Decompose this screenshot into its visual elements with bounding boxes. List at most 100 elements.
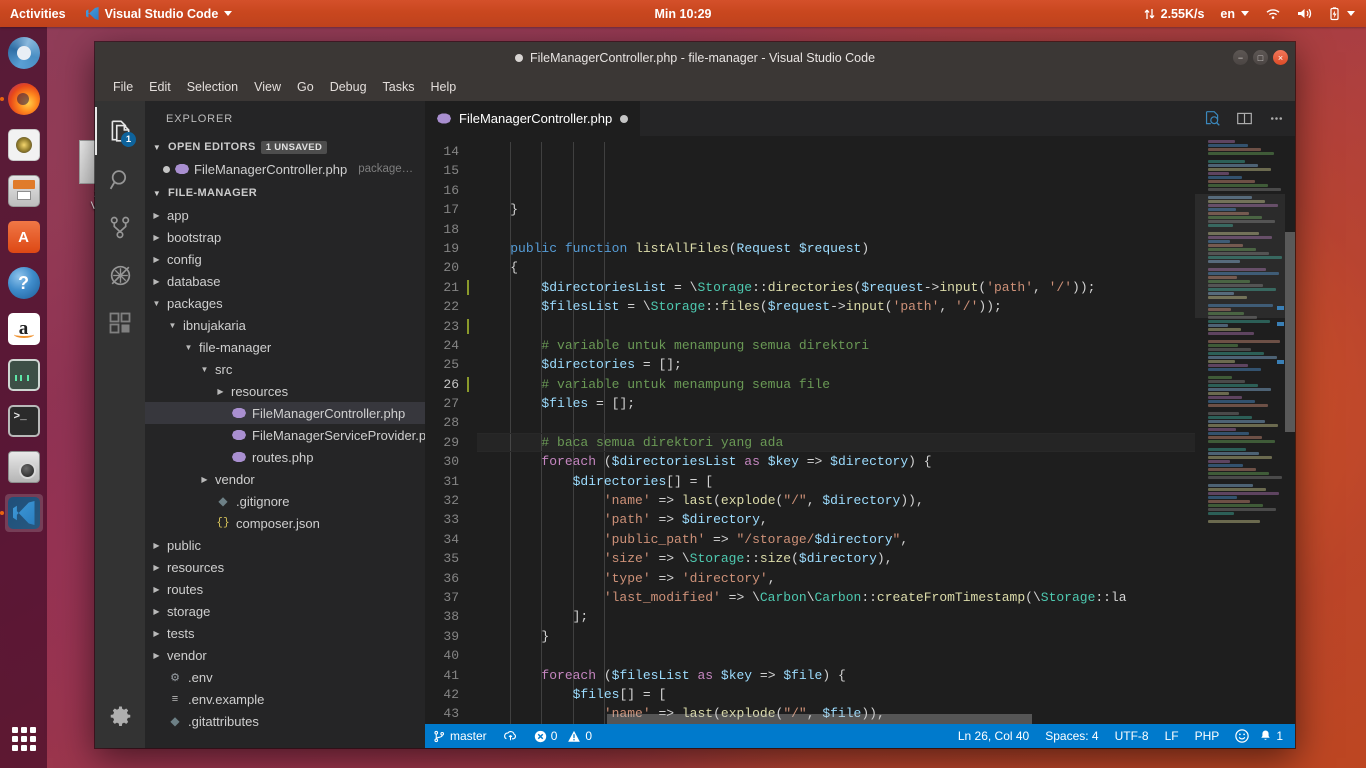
status-git-branch[interactable]: master xyxy=(425,724,495,748)
tab-filemanagercontroller[interactable]: FileManagerController.php xyxy=(425,101,642,136)
dock-item-rhythmbox[interactable] xyxy=(5,126,43,164)
tree-file-item[interactable]: {} composer.json xyxy=(145,512,425,534)
minimap-slider[interactable] xyxy=(1195,194,1285,318)
tree-file-item[interactable]: ⚙ .env xyxy=(145,666,425,688)
code-token: = \ xyxy=(666,279,698,295)
network-speed-indicator[interactable]: 2.55K/s xyxy=(1137,0,1212,27)
activitybar-item-settings[interactable] xyxy=(95,692,145,740)
horizontal-scrollbar[interactable] xyxy=(477,714,1195,724)
menu-view[interactable]: View xyxy=(246,77,289,97)
close-button[interactable]: × xyxy=(1273,50,1288,65)
status-notifications[interactable]: 1 xyxy=(1257,724,1295,748)
tab-dirty-indicator[interactable] xyxy=(620,114,629,123)
menu-edit[interactable]: Edit xyxy=(141,77,179,97)
window-titlebar[interactable]: FileManagerController.php - file-manager… xyxy=(95,42,1295,73)
activities-button[interactable]: Activities xyxy=(0,0,76,27)
code-token: Carbon xyxy=(814,590,862,606)
dock-item-chromium[interactable] xyxy=(5,34,43,72)
show-applications-icon[interactable] xyxy=(7,722,41,756)
chevron-right-icon: ▶ xyxy=(153,562,160,572)
status-language-mode[interactable]: PHP xyxy=(1187,724,1228,748)
code-line: foreach ($directoriesList as $key => $di… xyxy=(477,452,1195,471)
dock-item-camera[interactable] xyxy=(5,448,43,486)
volume-indicator[interactable] xyxy=(1290,0,1320,27)
status-sync[interactable] xyxy=(495,724,526,748)
dock-item-amazon[interactable] xyxy=(5,310,43,348)
dock-item-system-monitor[interactable] xyxy=(5,356,43,394)
clock[interactable]: Min 10:29 xyxy=(583,7,783,21)
tree-folder-item[interactable]: ▶ database xyxy=(145,270,425,292)
status-errors[interactable]: 0 xyxy=(526,724,566,748)
dock-item-help[interactable] xyxy=(5,264,43,302)
ellipsis-icon xyxy=(1270,117,1282,120)
tree-folder-item[interactable]: ▶ vendor xyxy=(145,644,425,666)
menu-help[interactable]: Help xyxy=(423,77,465,97)
code-token: )); xyxy=(978,299,1002,315)
menu-tasks[interactable]: Tasks xyxy=(375,77,423,97)
chevron-right-icon: ▶ xyxy=(153,232,160,242)
tree-file-item[interactable]: FileManagerServiceProvider.php xyxy=(145,424,441,446)
activitybar-item-search[interactable] xyxy=(95,155,145,203)
tree-folder-item[interactable]: ▼ packages xyxy=(145,292,425,314)
menu-go[interactable]: Go xyxy=(289,77,322,97)
status-eol[interactable]: LF xyxy=(1157,724,1187,748)
activitybar-item-debug[interactable] xyxy=(95,251,145,299)
tree-file-item[interactable]: routes.php xyxy=(145,446,425,468)
folder-header[interactable]: ▼ FILE-MANAGER xyxy=(145,182,425,204)
tree-folder-item[interactable]: ▶ routes xyxy=(145,578,425,600)
tree-folder-item[interactable]: ▼ file-manager xyxy=(145,336,425,358)
minimap[interactable] xyxy=(1195,136,1295,724)
status-warnings[interactable]: 0 xyxy=(565,724,600,748)
tree-file-item[interactable]: ◆ .gitattributes xyxy=(145,710,425,732)
code-content[interactable]: } public function listAllFiles(Request $… xyxy=(477,136,1195,724)
dock-item-visual-studio-code[interactable] xyxy=(0,494,43,532)
activitybar-item-explorer[interactable]: 1 xyxy=(95,107,145,155)
tree-file-item[interactable]: FileManagerController.php xyxy=(145,402,425,424)
tree-file-item[interactable]: ◆ .gitignore xyxy=(145,490,425,512)
horizontal-scrollbar-thumb[interactable] xyxy=(607,714,1032,724)
tree-folder-item[interactable]: ▶ resources xyxy=(145,380,425,402)
vertical-scrollbar[interactable] xyxy=(1285,136,1295,724)
dock-item-terminal[interactable] xyxy=(5,402,43,440)
open-editor-item[interactable]: FileManagerController.php package… xyxy=(145,158,425,180)
code-token: $directory xyxy=(681,512,760,528)
minimize-button[interactable]: − xyxy=(1233,50,1248,65)
file-tree: ▶ app ▶ bootstrap ▶ config ▶ database ▼ packages ▼… xyxy=(145,204,441,732)
tree-item-label: storage xyxy=(167,603,211,619)
tree-folder-item[interactable]: ▶ bootstrap xyxy=(145,226,425,248)
tree-folder-item[interactable]: ▶ config xyxy=(145,248,425,270)
code-editor[interactable]: 14 15 16 17 18 19 20 21 22 23 24 25 26 27 28 29 30 31 32 33… xyxy=(425,136,1295,724)
tree-folder-item[interactable]: ▼ ibnujakaria xyxy=(145,314,425,336)
dock-item-files[interactable] xyxy=(5,172,43,210)
status-encoding[interactable]: UTF-8 xyxy=(1107,724,1157,748)
status-cursor-position[interactable]: Ln 26, Col 40 xyxy=(950,724,1037,748)
dock-item-ubuntu-software[interactable] xyxy=(5,218,43,256)
keyboard-layout-indicator[interactable]: en xyxy=(1213,0,1256,27)
tree-folder-item[interactable]: ▶ public xyxy=(145,534,425,556)
maximize-button[interactable]: □ xyxy=(1253,50,1268,65)
tree-folder-item[interactable]: ▼ src xyxy=(145,358,425,380)
activitybar-item-source-control[interactable] xyxy=(95,203,145,251)
code-token: ( xyxy=(791,551,799,567)
tree-folder-item[interactable]: ▶ storage xyxy=(145,600,425,622)
open-editors-header[interactable]: ▼ OPEN EDITORS 1 UNSAVED xyxy=(145,136,425,158)
split-editor-button[interactable] xyxy=(1235,110,1253,128)
tree-folder-item[interactable]: ▶ tests xyxy=(145,622,425,644)
tree-folder-item[interactable]: ▶ vendor xyxy=(145,468,425,490)
wifi-indicator[interactable] xyxy=(1258,0,1288,27)
app-menu-button[interactable]: Visual Studio Code xyxy=(76,0,243,27)
menu-debug[interactable]: Debug xyxy=(322,77,375,97)
more-actions-button[interactable] xyxy=(1267,110,1285,128)
menu-file[interactable]: File xyxy=(105,77,141,97)
open-preview-button[interactable] xyxy=(1203,110,1221,128)
dock-item-firefox[interactable] xyxy=(0,80,43,118)
activitybar-item-extensions[interactable] xyxy=(95,299,145,347)
tree-folder-item[interactable]: ▶ app xyxy=(145,204,425,226)
menu-selection[interactable]: Selection xyxy=(179,77,246,97)
status-feedback[interactable] xyxy=(1227,724,1257,748)
battery-indicator[interactable] xyxy=(1322,0,1362,27)
php-file-icon xyxy=(232,430,246,440)
status-indentation[interactable]: Spaces: 4 xyxy=(1037,724,1106,748)
tree-folder-item[interactable]: ▶ resources xyxy=(145,556,425,578)
tree-file-item[interactable]: ≡ .env.example xyxy=(145,688,425,710)
